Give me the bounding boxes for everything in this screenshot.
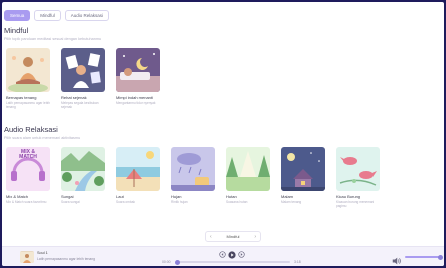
card-desc: Mix & Match suara favoritmu xyxy=(6,200,47,204)
audio-section-title: Audio Relaksasi xyxy=(4,125,58,134)
section-pager: ‹ Mindful › xyxy=(205,231,261,242)
pager-next-button[interactable]: › xyxy=(254,234,256,240)
card-title: Laut xyxy=(116,194,124,199)
mimpi-thumbnail xyxy=(116,48,160,92)
now-playing-thumbnail xyxy=(20,251,34,263)
audio-section-subtitle: Pilih suara alam untuk menemani aktivita… xyxy=(4,136,81,140)
card-title: Rehat sejenak xyxy=(61,95,87,100)
now-playing-subtitle: Latih pernapasanmu agar lebih tenang xyxy=(37,257,96,261)
card-desc: Latih pernapasanmu agar lebih tenang xyxy=(6,101,50,110)
time-current: 00:00 xyxy=(162,260,171,264)
volume-knob[interactable] xyxy=(438,254,443,260)
rewind-icon[interactable] xyxy=(219,251,226,260)
audio-player-bar: Soul 1 Latih pernapasanmu agar lebih ten… xyxy=(2,246,444,266)
card-title: Bernapas tenang xyxy=(6,95,37,100)
audio-card-mix-match[interactable]: MIX & MATCH Mix & Match Mix & Match suar… xyxy=(6,147,50,204)
mix-match-thumb-text: MIX & MATCH xyxy=(19,149,37,160)
card-desc: Suasana hutan xyxy=(226,200,248,204)
pager-prev-button[interactable]: ‹ xyxy=(210,234,212,240)
mix-match-thumbnail: MIX & MATCH xyxy=(6,147,50,191)
card-desc: Malam tenang xyxy=(281,200,302,204)
card-desc: Melepas segala kesibukan sejenak xyxy=(61,101,99,110)
malam-thumbnail xyxy=(281,147,325,191)
laut-thumbnail xyxy=(116,147,160,191)
sungai-thumbnail xyxy=(61,147,105,191)
volume-slider[interactable] xyxy=(405,254,443,260)
card-title: Hujan xyxy=(171,194,182,199)
card-desc: Rintik hujan xyxy=(171,200,188,204)
audio-card-malam[interactable]: Malam Malam tenang xyxy=(281,147,325,204)
now-playing-title: Soul 1 xyxy=(37,251,48,255)
audio-card-hutan[interactable]: Hutan Suasana hutan xyxy=(226,147,270,204)
mindful-section-subtitle: Pilih topik panduan meditasi sesuai deng… xyxy=(4,37,102,41)
volume-icon[interactable] xyxy=(392,252,401,266)
card-desc: Suara ombak xyxy=(116,200,135,204)
card-title: Mix & Match xyxy=(6,194,29,199)
tab-mindful[interactable]: Mindful xyxy=(34,10,61,21)
card-title: Mimpi indah menanti xyxy=(116,95,153,100)
kicau-burung-thumbnail xyxy=(336,147,380,191)
filter-tabs: Semua Mindful Audio Relaksasi xyxy=(4,10,110,21)
audio-card-hujan[interactable]: Hujan Rintik hujan xyxy=(171,147,215,204)
mindful-section-title: Mindful xyxy=(4,26,29,35)
pager-label: Mindful xyxy=(226,234,240,239)
rehat-thumbnail xyxy=(61,48,105,92)
mindful-card-rehat[interactable]: Rehat sejenak Melepas segala kesibukan s… xyxy=(61,48,105,109)
card-title: Malam xyxy=(281,194,294,199)
audio-card-kicau-burung[interactable]: Kicau Burung Kicauan burung menemani pag… xyxy=(336,147,380,208)
mindful-card-bernapas[interactable]: Bernapas tenang Latih pernapasanmu agar … xyxy=(6,48,50,109)
time-total: 3:18 xyxy=(294,260,301,264)
hutan-thumbnail xyxy=(226,147,270,191)
app-frame: Semua Mindful Audio Relaksasi Mindful Pi… xyxy=(2,2,444,266)
tab-audio-relaksasi[interactable]: Audio Relaksasi xyxy=(64,10,110,21)
card-desc: Suara sungai xyxy=(61,200,80,204)
card-desc: Mengantarmu tidur nyenyak xyxy=(116,101,156,105)
card-title: Kicau Burung xyxy=(336,194,361,199)
card-title: Hutan xyxy=(226,194,237,199)
tab-semua[interactable]: Semua xyxy=(4,10,31,21)
mindful-card-mimpi[interactable]: Mimpi indah menanti Mengantarmu tidur ny… xyxy=(116,48,160,105)
audio-card-sungai[interactable]: Sungai Suara sungai xyxy=(61,147,105,204)
card-title: Sungai xyxy=(61,194,74,199)
card-desc: Kicauan burung menemani pagimu xyxy=(336,200,375,209)
bernapas-thumbnail xyxy=(6,48,50,92)
audio-card-laut[interactable]: Laut Suara ombak xyxy=(116,147,160,204)
seek-bar[interactable] xyxy=(175,259,290,265)
play-icon[interactable] xyxy=(228,251,236,261)
forward-icon[interactable] xyxy=(238,251,245,260)
hujan-thumbnail xyxy=(171,147,215,191)
seek-knob[interactable] xyxy=(175,259,180,265)
